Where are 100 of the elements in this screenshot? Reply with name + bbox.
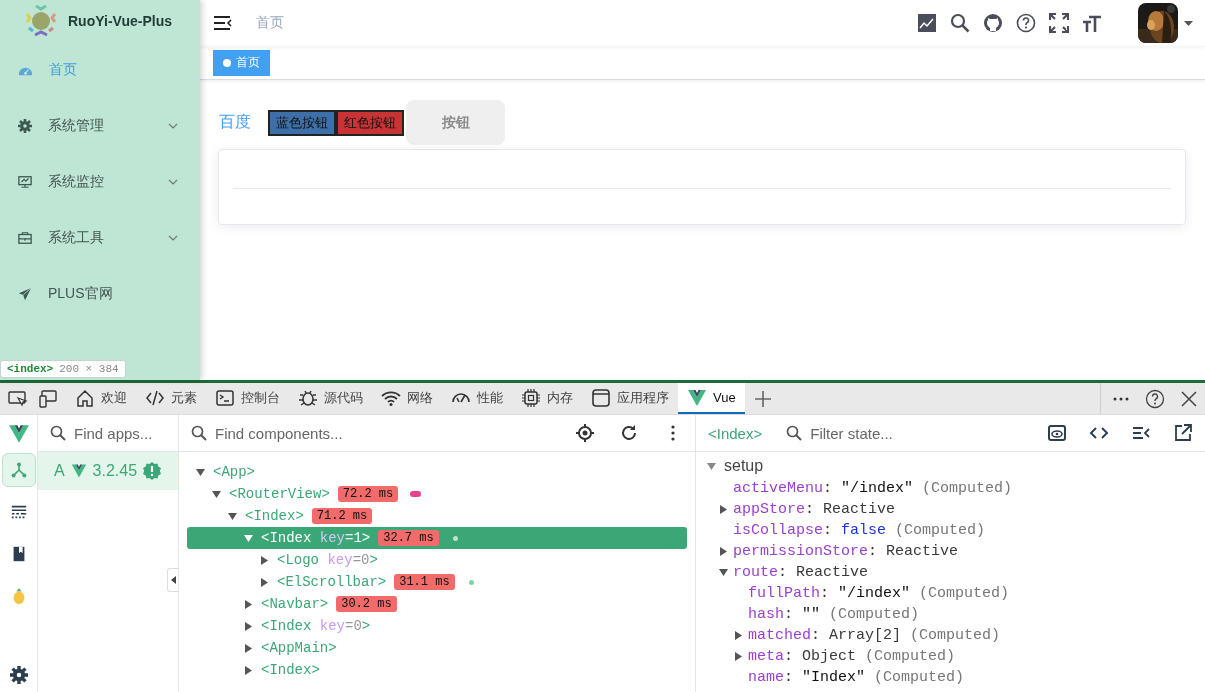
- render-time-badge: 32.7 ms: [378, 530, 439, 546]
- terminal-icon: [215, 387, 235, 408]
- home-icon: [75, 387, 95, 408]
- help-icon[interactable]: [1145, 388, 1165, 409]
- search-field[interactable]: Find apps...: [74, 424, 166, 442]
- font-size-icon[interactable]: [1082, 13, 1102, 33]
- github-icon[interactable]: [983, 13, 1003, 33]
- expanded-arrow-icon[interactable]: [227, 511, 237, 521]
- devtools-tab[interactable]: 内存: [512, 383, 582, 414]
- collapsed-arrow-icon[interactable]: [259, 577, 269, 587]
- device-icon[interactable]: [38, 388, 58, 409]
- state-entry: name: "Index" (Computed): [748, 669, 965, 686]
- collapsed-arrow-icon[interactable]: [733, 652, 743, 661]
- state-entry: permissionStore: Reactive: [733, 543, 959, 560]
- render-time-badge: 30.2 ms: [336, 596, 397, 612]
- expanded-arrow-icon[interactable]: [718, 568, 728, 577]
- collapsed-arrow-icon[interactable]: [259, 555, 269, 565]
- expanded-arrow-icon[interactable]: [195, 467, 205, 477]
- chart-icon[interactable]: [917, 13, 937, 33]
- tree-row[interactable]: <ElScrollbar> 31.1 ms: [187, 571, 687, 593]
- collapse-handle[interactable]: [167, 568, 178, 592]
- devtools-tab[interactable]: 网络: [372, 383, 442, 414]
- collapsed-arrow-icon[interactable]: [243, 621, 253, 631]
- devtools-tab[interactable]: 元素: [136, 383, 206, 414]
- devtools-tab[interactable]: 性能: [442, 383, 512, 414]
- inspect-tooltip: <index> 200 × 384: [0, 360, 126, 378]
- section-title: setup: [724, 457, 764, 475]
- logo-icon: [24, 4, 58, 38]
- component-name: <Navbar>: [261, 596, 329, 612]
- state-entry: isCollapse: false (Computed): [733, 522, 986, 539]
- components-icon[interactable]: [1, 453, 36, 487]
- collapsed-arrow-icon[interactable]: [733, 631, 743, 640]
- render-time-badge: 72.2 ms: [337, 486, 399, 502]
- monitor-icon: [18, 175, 32, 189]
- caret-icon[interactable]: [1184, 20, 1193, 26]
- breadcrumb: 首页: [256, 14, 284, 32]
- devtools-tab[interactable]: 应用程序: [582, 383, 678, 414]
- search-icon[interactable]: [950, 13, 970, 33]
- vue-logo-icon: [687, 387, 707, 408]
- expanded-arrow-icon[interactable]: [211, 489, 221, 499]
- tree-row[interactable]: <Index> 71.2 ms: [187, 505, 687, 527]
- tree-row[interactable]: <RouterView> 72.2 ms: [187, 483, 687, 505]
- chip-icon: [521, 387, 541, 408]
- menu-item[interactable]: 系统工具: [0, 210, 200, 266]
- render-time-badge: 71.2 ms: [311, 508, 373, 524]
- state-entry: hash: "" (Computed): [748, 606, 920, 623]
- eye-icon[interactable]: [1047, 423, 1067, 443]
- settings-icon[interactable]: [9, 666, 28, 684]
- collapsed-arrow-icon[interactable]: [718, 547, 728, 556]
- component-name: <Index key=0>: [261, 618, 371, 634]
- target-icon[interactable]: [575, 423, 595, 443]
- inspect-icon[interactable]: [8, 388, 28, 409]
- add-tab-icon[interactable]: [752, 388, 773, 409]
- collapsed-arrow-icon[interactable]: [243, 665, 253, 675]
- button[interactable]: 蓝色按钮: [268, 109, 336, 136]
- tree-row[interactable]: <App>: [187, 461, 687, 483]
- close-icon[interactable]: [1179, 388, 1199, 409]
- window-icon: [591, 387, 611, 408]
- devtools-tab[interactable]: 欢迎: [66, 383, 136, 414]
- component-name: <Index>: [708, 424, 763, 442]
- component-name: <Logo key=0>: [277, 552, 378, 568]
- tree-row[interactable]: <Navbar> 30.2 ms: [187, 593, 687, 615]
- tree-row[interactable]: <Index key=0>: [187, 615, 687, 637]
- devtools-tab[interactable]: Vue: [678, 383, 745, 414]
- search-field[interactable]: Filter state...: [810, 424, 1039, 442]
- menu-item[interactable]: PLUS官网: [0, 266, 200, 322]
- collapsed-arrow-icon[interactable]: [718, 505, 728, 514]
- collapsed-arrow-icon[interactable]: [243, 643, 253, 653]
- component-name: <RouterView>: [229, 486, 330, 502]
- render-time-badge: 31.1 ms: [394, 574, 455, 590]
- search-icon: [191, 425, 207, 441]
- component-name: <ElScrollbar>: [277, 574, 387, 590]
- devtools-tab[interactable]: 控制台: [206, 383, 289, 414]
- vue-logo-icon: [6, 423, 31, 445]
- state-entry: activeMenu: "/index" (Computed): [733, 480, 1013, 497]
- menu-icon[interactable]: [214, 16, 232, 30]
- search-field[interactable]: Find components...: [215, 424, 567, 442]
- fullscreen-icon[interactable]: [1049, 13, 1069, 33]
- menu-item[interactable]: 系统管理: [0, 98, 200, 154]
- tree-row[interactable]: <Index>: [187, 659, 687, 681]
- component-name: <Index>: [245, 508, 304, 524]
- collapsed-arrow-icon[interactable]: [243, 599, 253, 609]
- search-icon: [50, 425, 66, 441]
- state-entry: meta: Object (Computed): [748, 648, 956, 665]
- tree-row[interactable]: <Index key=1> 32.7 ms: [187, 527, 687, 549]
- app-title: RuoYi-Vue-Plus: [68, 13, 172, 29]
- component-name: <AppMain>: [261, 640, 337, 656]
- paper-plane-icon: [18, 287, 32, 301]
- component-name: <Index key=1>: [261, 530, 371, 546]
- state-entry: fullPath: "/index" (Computed): [748, 585, 1010, 602]
- component-name: <App>: [213, 464, 255, 480]
- expanded-arrow-icon[interactable]: [706, 461, 716, 471]
- button[interactable]: 红色按钮: [336, 109, 404, 136]
- toolbox-icon: [18, 231, 32, 245]
- help-icon[interactable]: [1016, 13, 1036, 33]
- refresh-icon[interactable]: [619, 423, 639, 443]
- tree-row[interactable]: <Logo key=0>: [187, 549, 687, 571]
- devtools-tab[interactable]: 源代码: [289, 383, 372, 414]
- menu-item[interactable]: 系统监控: [0, 154, 200, 210]
- external-link-icon[interactable]: [1173, 423, 1193, 443]
